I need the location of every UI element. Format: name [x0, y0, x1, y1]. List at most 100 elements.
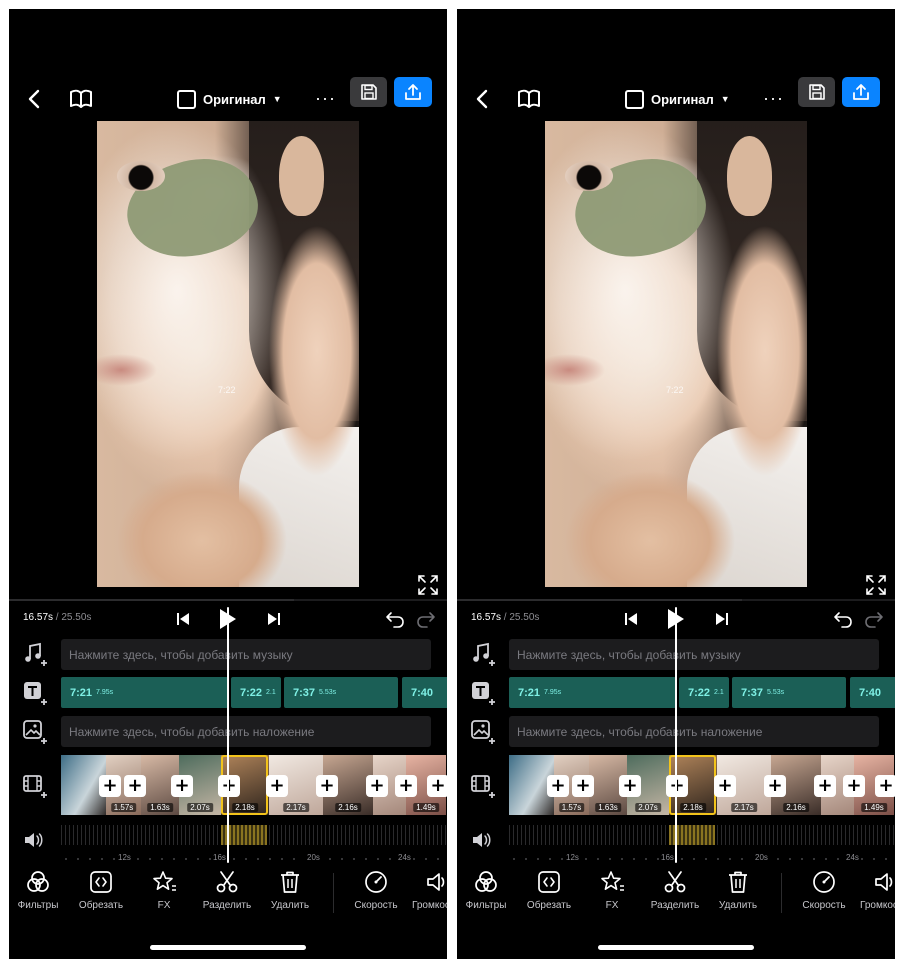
text-clip[interactable]: 7:40 — [850, 677, 895, 708]
volume-icon[interactable] — [470, 829, 492, 851]
undo-icon[interactable] — [833, 609, 853, 629]
add-music-icon[interactable] — [470, 641, 496, 667]
skip-previous-icon[interactable] — [174, 610, 192, 628]
video-clip-duration: 1.57s — [558, 803, 585, 812]
delete-button[interactable]: Удалить — [705, 869, 771, 911]
fullscreen-icon[interactable] — [417, 574, 439, 596]
export-button[interactable] — [842, 77, 880, 107]
skip-next-icon[interactable] — [265, 610, 283, 628]
add-video-icon[interactable] — [470, 773, 496, 799]
playhead[interactable] — [675, 607, 677, 863]
add-music-track[interactable]: Нажмите здесь, чтобы добавить музыку — [509, 639, 879, 670]
text-clip[interactable]: 7:37 5.53s — [284, 677, 398, 708]
export-button[interactable] — [394, 77, 432, 107]
add-transition-button[interactable]: + — [366, 775, 388, 797]
ruler-label: 24s — [396, 853, 413, 862]
text-clip[interactable]: 7:37 5.53s — [732, 677, 846, 708]
volume-button[interactable]: Громкость — [406, 869, 447, 911]
audio-waveform[interactable] — [61, 825, 447, 845]
add-transition-button[interactable]: + — [572, 775, 594, 797]
add-text-icon[interactable] — [22, 680, 48, 706]
text-clip[interactable]: 7:40 — [402, 677, 447, 708]
add-transition-button[interactable]: + — [619, 775, 641, 797]
skip-next-icon[interactable] — [713, 610, 731, 628]
add-transition-button[interactable]: + — [218, 775, 240, 797]
skip-previous-icon[interactable] — [622, 610, 640, 628]
speedometer-icon — [813, 871, 835, 893]
audio-waveform[interactable] — [509, 825, 895, 845]
add-transition-button[interactable]: + — [547, 775, 569, 797]
ruler-label: 24s — [844, 853, 861, 862]
text-clip[interactable]: 7:21 7.95s — [509, 677, 676, 708]
volume-button[interactable]: Громкость — [854, 869, 895, 911]
volume-label: Громкость — [860, 900, 895, 911]
floppy-disk-icon — [808, 84, 825, 100]
phone-screen-right: Оригинал ▼ ··· 7:22 16.57s / 25.50s Нажм… — [457, 9, 895, 959]
book-icon[interactable] — [67, 85, 95, 113]
add-music-track[interactable]: Нажмите здесь, чтобы добавить музыку — [61, 639, 431, 670]
add-transition-button[interactable]: + — [764, 775, 786, 797]
add-transition-button[interactable]: + — [875, 775, 895, 797]
add-overlay-icon[interactable] — [470, 719, 496, 745]
redo-icon[interactable] — [416, 609, 436, 629]
filters-button[interactable]: Фильтры — [457, 869, 519, 911]
video-clip-duration: 2.07s — [187, 803, 213, 812]
fx-button[interactable]: FX — [131, 869, 197, 911]
more-options-icon[interactable]: ··· — [763, 85, 784, 111]
add-transition-button[interactable]: + — [843, 775, 865, 797]
video-track: 1.57s 1.63s 2.07s 2.18s 2.17s 2.16s 1.49s + + + + +… — [61, 755, 447, 815]
add-transition-button[interactable]: + — [316, 775, 338, 797]
delete-button[interactable]: Удалить — [257, 869, 323, 911]
fx-button[interactable]: FX — [579, 869, 645, 911]
add-video-icon[interactable] — [22, 773, 48, 799]
video-frame[interactable]: 7:22 — [545, 121, 807, 587]
add-transition-button[interactable]: + — [666, 775, 688, 797]
aspect-ratio-dropdown[interactable]: Оригинал ▼ — [625, 85, 730, 113]
playhead[interactable] — [227, 607, 229, 863]
split-button[interactable]: Разделить — [194, 869, 260, 911]
undo-icon[interactable] — [385, 609, 405, 629]
text-clip[interactable]: 7:21 7.95s — [61, 677, 228, 708]
add-transition-button[interactable]: + — [124, 775, 146, 797]
aspect-ratio-dropdown[interactable]: Оригинал ▼ — [177, 85, 282, 113]
save-button[interactable] — [350, 77, 387, 107]
text-clip[interactable]: 7:22 2.1 — [231, 677, 281, 708]
video-clip-duration: 1.57s — [110, 803, 137, 812]
scissors-icon — [664, 871, 686, 893]
video-timestamp-watermark: 7:22 — [218, 385, 236, 395]
total-time: / 25.50s — [501, 612, 540, 623]
book-icon[interactable] — [515, 85, 543, 113]
back-icon[interactable] — [469, 85, 497, 113]
crop-icon — [538, 871, 560, 893]
text-clip[interactable]: 7:22 2.1 — [679, 677, 729, 708]
crop-button[interactable]: Обрезать — [516, 869, 582, 911]
add-overlay-track[interactable]: Нажмите здесь, чтобы добавить наложение — [61, 716, 431, 747]
add-transition-button[interactable]: + — [714, 775, 736, 797]
redo-icon[interactable] — [864, 609, 884, 629]
back-icon[interactable] — [21, 85, 49, 113]
add-music-icon[interactable] — [22, 641, 48, 667]
video-clip-duration: 1.63s — [595, 803, 621, 812]
add-transition-button[interactable]: + — [99, 775, 121, 797]
aspect-ratio-label: Оригинал — [651, 91, 714, 107]
split-button[interactable]: Разделить — [642, 869, 708, 911]
delete-label: Удалить — [718, 900, 758, 911]
volume-icon[interactable] — [22, 829, 44, 851]
speed-button[interactable]: Скорость — [791, 869, 857, 911]
more-options-icon[interactable]: ··· — [315, 85, 336, 111]
add-overlay-icon[interactable] — [22, 719, 48, 745]
crop-label: Обрезать — [526, 900, 572, 911]
filters-button[interactable]: Фильтры — [9, 869, 71, 911]
save-button[interactable] — [798, 77, 835, 107]
add-transition-button[interactable]: + — [266, 775, 288, 797]
video-frame[interactable]: 7:22 — [97, 121, 359, 587]
fullscreen-icon[interactable] — [865, 574, 887, 596]
add-text-icon[interactable] — [470, 680, 496, 706]
add-transition-button[interactable]: + — [427, 775, 447, 797]
add-transition-button[interactable]: + — [814, 775, 836, 797]
speed-button[interactable]: Скорость — [343, 869, 409, 911]
crop-button[interactable]: Обрезать — [68, 869, 134, 911]
add-transition-button[interactable]: + — [171, 775, 193, 797]
add-transition-button[interactable]: + — [395, 775, 417, 797]
add-overlay-track[interactable]: Нажмите здесь, чтобы добавить наложение — [509, 716, 879, 747]
